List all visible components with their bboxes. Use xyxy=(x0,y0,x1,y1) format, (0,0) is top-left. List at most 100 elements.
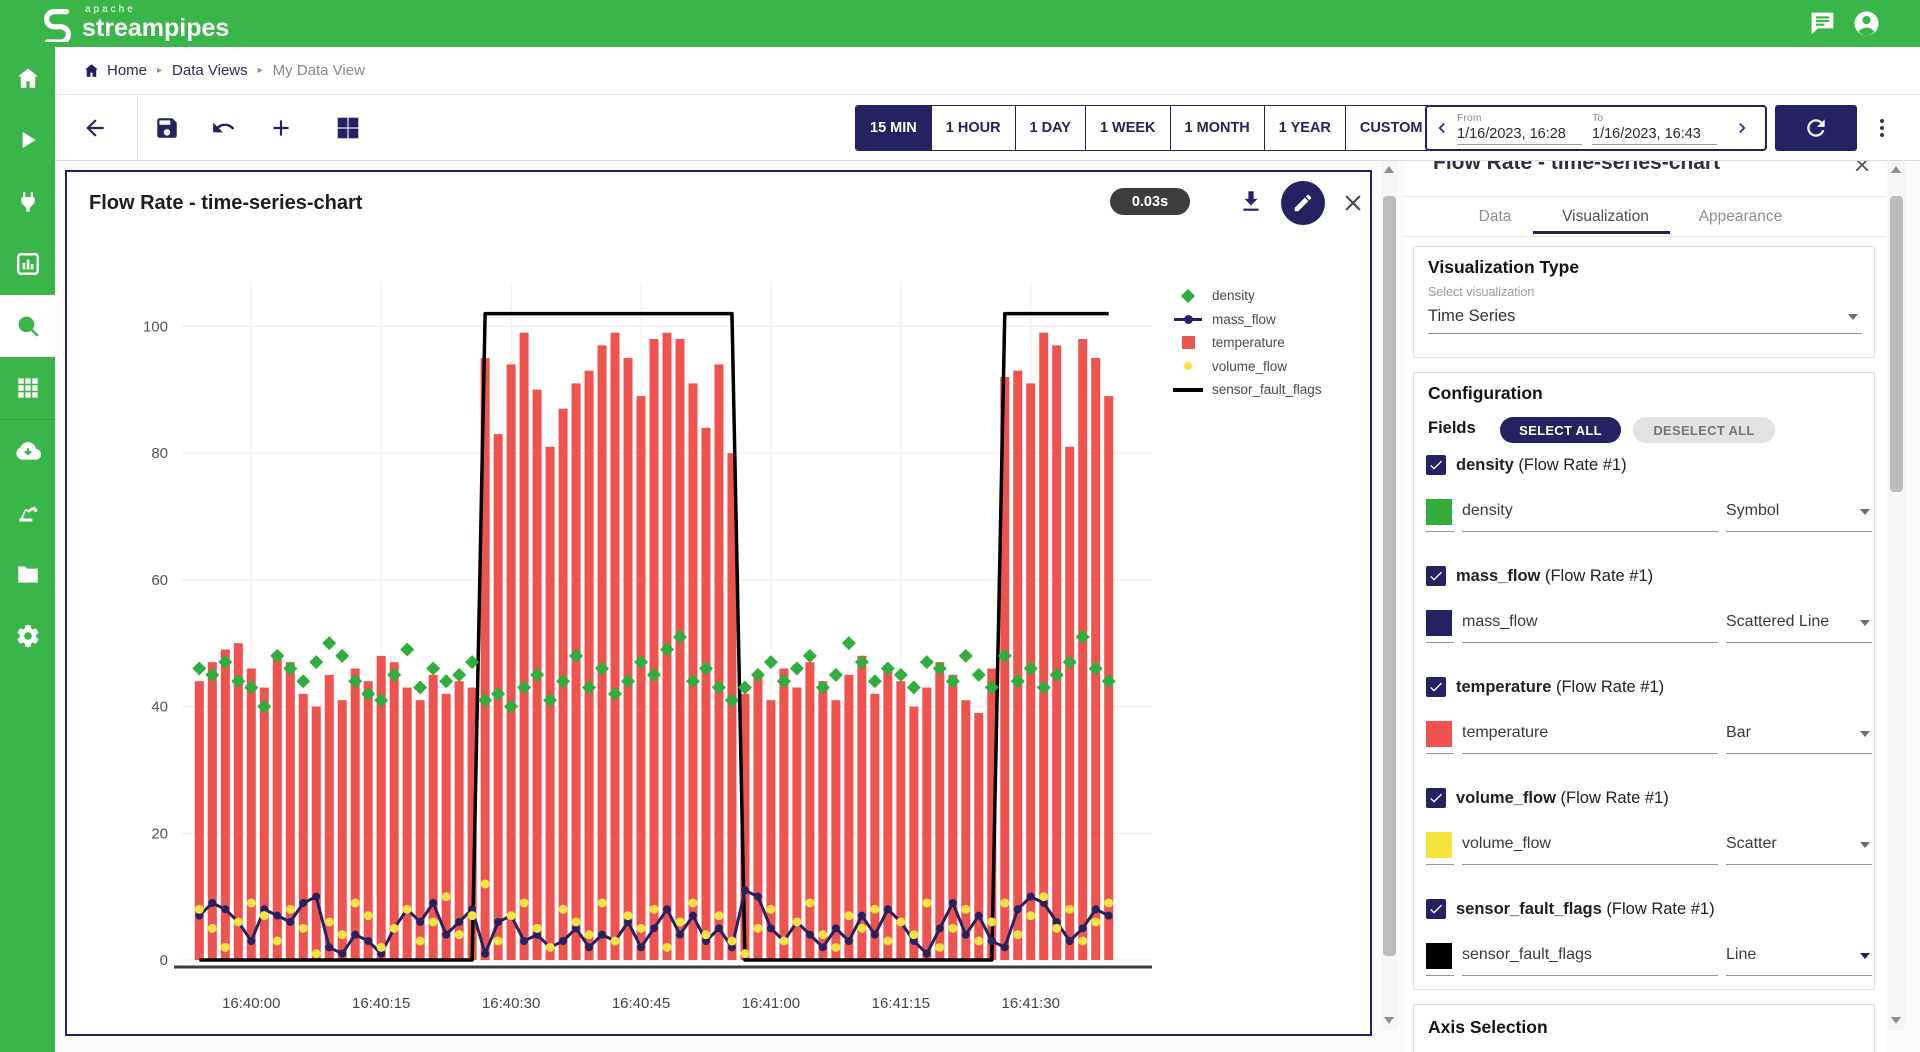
chevron-down-icon[interactable] xyxy=(1848,314,1858,320)
display-type-select-volume_flow[interactable]: Scatter xyxy=(1726,835,1777,853)
time-range-button-1-day[interactable]: 1 DAY xyxy=(1016,106,1086,150)
legend-item-mass_flow[interactable]: mass_flow xyxy=(1172,308,1322,332)
field-checkbox-density[interactable] xyxy=(1426,455,1446,475)
sidebar-item-play[interactable] xyxy=(0,109,55,171)
chevron-down-icon[interactable] xyxy=(1860,509,1870,515)
display-name-input[interactable]: mass_flow xyxy=(1462,613,1538,631)
display-type-select-mass_flow[interactable]: Scattered Line xyxy=(1726,613,1829,631)
download-button[interactable] xyxy=(1238,188,1264,214)
tab-appearance[interactable]: Appearance xyxy=(1683,208,1798,226)
to-value[interactable]: 1/16/2023, 16:43 xyxy=(1592,126,1717,145)
sidebar-item-home[interactable] xyxy=(0,47,55,109)
field-checkbox-mass_flow[interactable] xyxy=(1426,566,1446,586)
scrollbar-thumb[interactable] xyxy=(1383,196,1396,956)
sidebar-item-robot-arm[interactable] xyxy=(0,481,55,543)
visualization-type-section: Visualization Type Select visualization … xyxy=(1413,246,1875,358)
edit-widget-button[interactable] xyxy=(1281,181,1325,225)
configuration-heading: Configuration xyxy=(1428,383,1543,404)
previous-range-button[interactable] xyxy=(1427,107,1457,149)
panel-divider xyxy=(1405,196,1885,197)
color-swatch-temperature[interactable] xyxy=(1426,721,1452,747)
from-value[interactable]: 1/16/2023, 16:28 xyxy=(1457,126,1582,145)
display-name-input[interactable]: density xyxy=(1462,502,1513,520)
widget-title: Flow Rate - time-series-chart xyxy=(89,192,362,215)
sidebar-item-bar-chart[interactable] xyxy=(0,233,55,295)
refresh-button[interactable] xyxy=(1775,105,1857,151)
field-name-label: sensor_fault_flags (Flow Rate #1) xyxy=(1456,900,1715,919)
sidebar-item-search[interactable] xyxy=(0,295,55,357)
legend-item-sensor_fault_flags[interactable]: sensor_fault_flags xyxy=(1172,378,1322,402)
color-swatch-density[interactable] xyxy=(1426,499,1452,525)
field-checkbox-temperature[interactable] xyxy=(1426,677,1446,697)
display-name-input[interactable]: sensor_fault_flags xyxy=(1462,946,1592,964)
breadcrumb-current-page: My Data View xyxy=(273,62,365,79)
breadcrumb-data-views[interactable]: Data Views xyxy=(172,62,248,79)
panel-scrollbar[interactable] xyxy=(1888,160,1905,1030)
close-widget-button[interactable] xyxy=(1340,190,1366,216)
chevron-down-icon[interactable] xyxy=(1860,620,1870,626)
scatter-legend-symbol-icon xyxy=(1172,362,1204,370)
visualization-type-select[interactable]: Time Series xyxy=(1428,307,1515,326)
display-name-input[interactable]: volume_flow xyxy=(1462,835,1551,853)
legend-label: temperature xyxy=(1212,335,1285,350)
time-range-button-1-month[interactable]: 1 MONTH xyxy=(1171,106,1265,150)
breadcrumb-home[interactable]: Home xyxy=(83,62,147,79)
field-checkbox-volume_flow[interactable] xyxy=(1426,788,1446,808)
display-name-input[interactable]: temperature xyxy=(1462,724,1548,742)
time-range-button-1-hour[interactable]: 1 HOUR xyxy=(932,106,1016,150)
sidebar-item-gear[interactable] xyxy=(0,605,55,667)
sidebar-item-cloud-download[interactable] xyxy=(0,419,55,481)
field-checkbox-sensor_fault_flags[interactable] xyxy=(1426,899,1446,919)
legend-item-temperature[interactable]: temperature xyxy=(1172,331,1322,355)
tab-data[interactable]: Data xyxy=(1445,208,1545,226)
account-icon[interactable] xyxy=(1852,9,1881,38)
undo-button[interactable] xyxy=(204,108,244,148)
save-button[interactable] xyxy=(147,108,187,148)
add-widget-button[interactable] xyxy=(261,108,301,148)
dashboard-layout-button[interactable] xyxy=(328,108,368,148)
back-button[interactable] xyxy=(75,108,115,148)
scrollbar-thumb[interactable] xyxy=(1890,196,1903,492)
scattered-line-legend-symbol-icon xyxy=(1172,318,1204,321)
display-type-select-density[interactable]: Symbol xyxy=(1726,502,1779,520)
color-swatch-sensor_fault_flags[interactable] xyxy=(1426,943,1452,969)
sidebar-item-folder[interactable] xyxy=(0,543,55,605)
chevron-down-icon[interactable] xyxy=(1860,731,1870,737)
app-logo[interactable]: apache streampipes xyxy=(38,4,229,42)
scroll-down-arrow[interactable] xyxy=(1384,1017,1394,1024)
chevron-down-icon[interactable] xyxy=(1860,842,1870,848)
chat-icon[interactable] xyxy=(1808,9,1837,38)
panel-close-button[interactable] xyxy=(1851,160,1873,176)
scroll-up-arrow[interactable] xyxy=(1891,166,1901,173)
configuration-section: Configuration Fields SELECT ALL DESELECT… xyxy=(1413,372,1875,990)
breadcrumb: Home ▸ Data Views ▸ My Data View xyxy=(55,47,1920,95)
sidebar-item-grid[interactable] xyxy=(0,357,55,419)
legend-item-volume_flow[interactable]: volume_flow xyxy=(1172,355,1322,379)
color-swatch-mass_flow[interactable] xyxy=(1426,610,1452,636)
color-swatch-volume_flow[interactable] xyxy=(1426,832,1452,858)
display-type-select-temperature[interactable]: Bar xyxy=(1726,724,1751,742)
time-range-button-15-min[interactable]: 15 MIN xyxy=(856,106,932,150)
to-date-field[interactable]: To 1/16/2023, 16:43 xyxy=(1592,112,1717,145)
line-legend-symbol-icon xyxy=(1172,388,1204,392)
from-date-field[interactable]: From 1/16/2023, 16:28 xyxy=(1457,112,1582,145)
field-underline xyxy=(1426,642,1454,643)
sidebar-item-plug[interactable] xyxy=(0,171,55,233)
scroll-down-arrow[interactable] xyxy=(1891,1017,1901,1024)
time-range-button-custom[interactable]: CUSTOM xyxy=(1346,106,1437,150)
time-range-button-1-week[interactable]: 1 WEEK xyxy=(1086,106,1171,150)
main-scrollbar[interactable] xyxy=(1381,160,1398,1030)
svg-text:16:41:15: 16:41:15 xyxy=(872,995,930,1012)
chevron-down-icon[interactable] xyxy=(1860,953,1870,959)
more-options-button[interactable] xyxy=(1870,116,1894,140)
legend-item-density[interactable]: density xyxy=(1172,284,1322,308)
time-range-group: 15 MIN1 HOUR1 DAY1 WEEK1 MONTH1 YEARCUST… xyxy=(855,105,1437,151)
select-all-button[interactable]: SELECT ALL xyxy=(1500,417,1621,443)
scroll-up-arrow[interactable] xyxy=(1384,166,1394,173)
field-underline xyxy=(1726,753,1872,754)
next-range-button[interactable] xyxy=(1727,107,1757,149)
deselect-all-button[interactable]: DESELECT ALL xyxy=(1633,417,1775,443)
tab-visualization[interactable]: Visualization xyxy=(1538,208,1673,226)
time-range-button-1-year[interactable]: 1 YEAR xyxy=(1265,106,1346,150)
display-type-select-sensor_fault_flags[interactable]: Line xyxy=(1726,946,1756,964)
